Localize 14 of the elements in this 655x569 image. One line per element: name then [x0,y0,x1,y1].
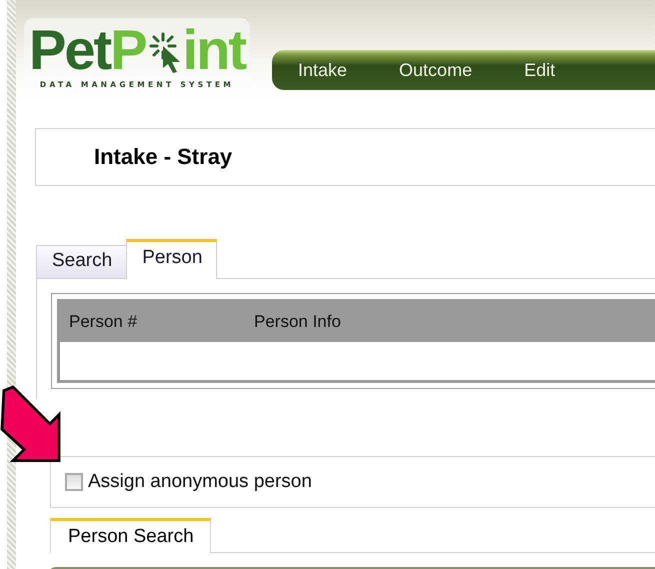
column-header: Person # [69,312,138,332]
nav-item[interactable]: Edit [524,60,556,80]
column-header: Person Info [254,312,341,332]
tab[interactable]: Search [36,245,128,278]
nav-item[interactable]: Outcome [399,60,472,80]
page-title: Intake - Stray [94,144,232,170]
logo-text: int [182,18,245,81]
checkbox-label: Assign anonymous person [88,471,312,493]
tab[interactable]: Person [126,239,218,279]
logo-text: P [110,18,146,81]
checkbox[interactable] [65,473,83,491]
tab[interactable]: Person Search [50,518,211,553]
nav-item[interactable]: Intake [298,60,348,80]
logo-text: Pet [29,18,110,81]
